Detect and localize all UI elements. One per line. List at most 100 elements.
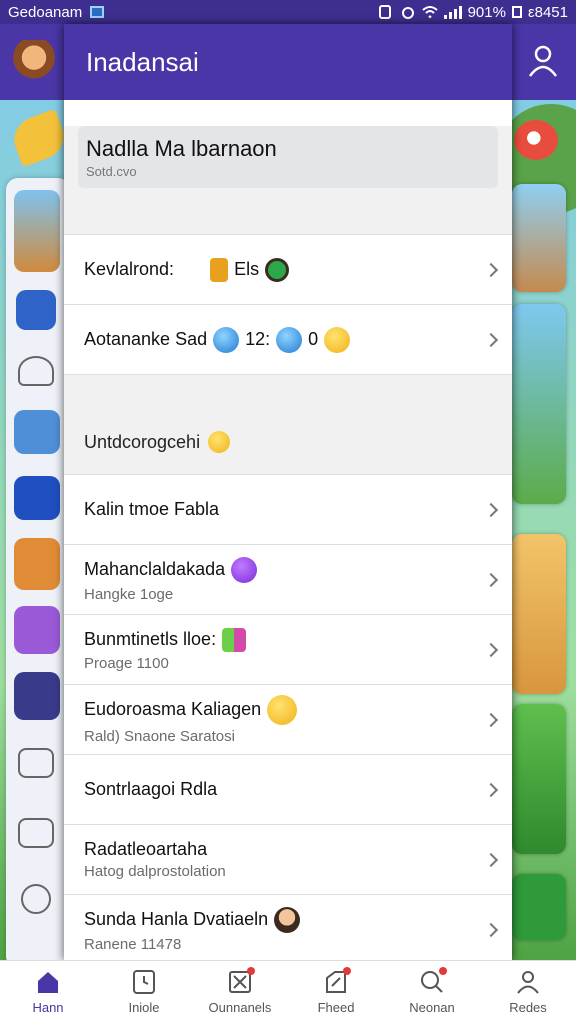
list-item-title: Mahanclaldakada bbox=[84, 559, 226, 579]
account-name: Nadlla Ma lbarnaon bbox=[86, 136, 277, 161]
face-emoji-icon bbox=[274, 906, 301, 933]
list-item-subtitle: Proage 1100 bbox=[84, 654, 169, 672]
notification-dot bbox=[343, 967, 351, 975]
badge-icon bbox=[265, 257, 290, 282]
right-game-tiles bbox=[508, 174, 568, 954]
nav-profile[interactable]: Redes bbox=[480, 961, 576, 1024]
nav-search[interactable]: Neonan bbox=[384, 961, 480, 1024]
status-bar: Gedoanam 901% ε8451 bbox=[0, 0, 576, 24]
edit-icon bbox=[323, 967, 351, 994]
window-game-icon[interactable] bbox=[14, 476, 60, 520]
battery-icon bbox=[511, 6, 522, 18]
signal-icon bbox=[443, 5, 462, 19]
sheet-body: Nadlla Ma lbarnaon Sotd.cvo Kevlalrond: … bbox=[64, 126, 512, 960]
list-item-inline: 12: bbox=[245, 329, 271, 349]
blue-emoji-icon bbox=[276, 326, 303, 353]
left-game-rail bbox=[6, 178, 70, 960]
chevron-right-icon bbox=[483, 852, 499, 867]
nav-label: Redes bbox=[509, 1000, 547, 1015]
section-title: Untdcorogcehi bbox=[84, 431, 201, 452]
monkey-game-tile[interactable] bbox=[14, 190, 60, 272]
sheet-header: Inadansai bbox=[64, 24, 512, 100]
nfc-icon bbox=[378, 5, 391, 19]
alarm-icon bbox=[401, 7, 414, 19]
user-icon[interactable] bbox=[528, 44, 558, 78]
desert-right-tile[interactable] bbox=[512, 534, 566, 694]
nav-feed[interactable]: Fheed bbox=[288, 961, 384, 1024]
green-right-tile[interactable] bbox=[512, 704, 566, 854]
person-outline-icon[interactable] bbox=[18, 356, 54, 386]
coin-outline-icon[interactable] bbox=[21, 884, 51, 914]
clock-icon bbox=[131, 970, 157, 994]
bird-icon bbox=[514, 120, 558, 160]
list-item[interactable]: Mahanclaldakada Hangke 1oge bbox=[64, 544, 512, 614]
list-item-inline: Els bbox=[234, 259, 260, 279]
chevron-right-icon bbox=[483, 332, 499, 347]
list-item-subtitle: Hangke 1oge bbox=[84, 585, 174, 603]
nav-clock[interactable]: Iniole bbox=[96, 961, 192, 1024]
forest-right-tile[interactable] bbox=[512, 304, 566, 504]
wifi-icon bbox=[421, 6, 438, 19]
nav-tools[interactable]: Ounnanels bbox=[192, 961, 288, 1024]
chevron-right-icon bbox=[483, 712, 499, 727]
chevron-right-icon bbox=[483, 572, 499, 587]
smile-emoji-icon bbox=[267, 694, 298, 725]
sheet-title: Inadansai bbox=[86, 46, 199, 77]
list-item-subtitle: Ranene 11478 bbox=[84, 935, 182, 953]
carrier-label: Gedoanam bbox=[8, 3, 83, 21]
profile-icon bbox=[515, 970, 541, 994]
chevron-right-icon bbox=[483, 642, 499, 657]
ninja-game-tile[interactable] bbox=[14, 606, 60, 654]
wrench-game-icon[interactable] bbox=[16, 290, 56, 330]
chevron-right-icon bbox=[483, 782, 499, 797]
list-item[interactable]: Radatleoartaha Hatog dalprostolation bbox=[64, 824, 512, 894]
globe-icon bbox=[213, 326, 240, 353]
list-item-title: Kevlalrond: bbox=[84, 259, 175, 279]
wizard-game-tile[interactable] bbox=[14, 410, 60, 454]
search-icon bbox=[419, 967, 447, 994]
character-game-tile[interactable] bbox=[14, 538, 60, 590]
list-item[interactable]: Aotananke Sad 12: 0 bbox=[64, 304, 512, 374]
account-card[interactable]: Nadlla Ma lbarnaon Sotd.cvo bbox=[78, 126, 498, 188]
list-item[interactable]: Eudoroasma Kaliagen Rald) Snaone Saratos… bbox=[64, 684, 512, 754]
list-item[interactable]: Sunda Hanla Dvatiaeln Ranene 11478 bbox=[64, 894, 512, 960]
gift-icon bbox=[222, 627, 247, 652]
account-subtitle: Sotd.cvo bbox=[86, 164, 137, 179]
battery-label: 901% bbox=[467, 3, 506, 21]
list-item-title: Aotananke Sad bbox=[84, 329, 208, 349]
game-avatar-icon[interactable] bbox=[12, 40, 56, 84]
section-header: Untdcorogcehi bbox=[64, 374, 512, 474]
smile-emoji-icon bbox=[324, 326, 351, 353]
home-icon bbox=[35, 970, 61, 994]
chevron-right-icon bbox=[483, 922, 499, 937]
list-item-title: Kalin tmoe Fabla bbox=[84, 499, 220, 519]
monkey-right-tile[interactable] bbox=[512, 184, 566, 292]
list-item[interactable]: Bunmtinetls lloe: Proage 1100 bbox=[64, 614, 512, 684]
list-item[interactable]: Kalin tmoe Fabla bbox=[64, 474, 512, 544]
list-item-title: Bunmtinetls lloe: bbox=[84, 629, 217, 649]
banana-icon bbox=[7, 108, 71, 168]
list-item-subtitle: Hatog dalprostolation bbox=[84, 863, 226, 880]
list-item-subtitle: Rald) Snaone Saratosi bbox=[84, 727, 235, 745]
notification-icon bbox=[90, 6, 105, 18]
nav-label: Fheed bbox=[317, 1000, 355, 1015]
list-item-title: Sontrlaagoi Rdla bbox=[84, 779, 218, 799]
nav-label: Neonan bbox=[409, 1000, 455, 1015]
nav-label: Ounnanels bbox=[208, 1000, 272, 1015]
bottom-nav: Hann Iniole Ounnanels Fheed Neonan Redes bbox=[0, 960, 576, 1024]
cloud-outline-icon[interactable] bbox=[18, 748, 54, 778]
store-right-tile[interactable] bbox=[512, 874, 566, 940]
lock-outline-icon[interactable] bbox=[18, 818, 54, 848]
chevron-right-icon bbox=[483, 262, 499, 277]
list-item-title: Sunda Hanla Dvatiaeln bbox=[84, 909, 269, 929]
list-item-title: Eudoroasma Kaliagen bbox=[84, 699, 262, 719]
settings-sheet: Inadansai Nadlla Ma lbarnaon Sotd.cvo Ke… bbox=[64, 24, 512, 960]
drum-game-tile[interactable] bbox=[14, 672, 60, 720]
nav-home[interactable]: Hann bbox=[0, 961, 96, 1024]
lock-icon bbox=[210, 257, 229, 282]
list-item[interactable]: Kevlalrond: Els bbox=[64, 234, 512, 304]
nav-label: Hann bbox=[32, 1000, 64, 1015]
list-item-inline-2: 0 bbox=[308, 329, 319, 349]
purple-emoji-icon bbox=[231, 556, 258, 583]
list-item[interactable]: Sontrlaagoi Rdla bbox=[64, 754, 512, 824]
